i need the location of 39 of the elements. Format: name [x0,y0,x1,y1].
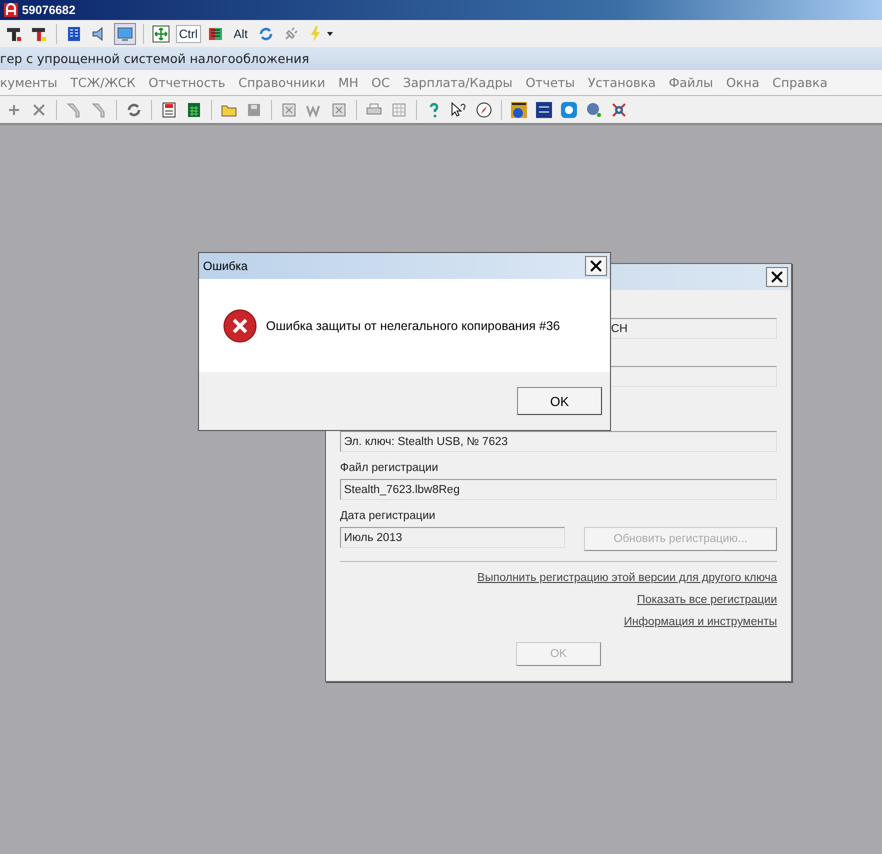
menu-item[interactable]: Установка [588,75,656,90]
caret-icon[interactable] [326,32,333,36]
ok-button[interactable]: OK [517,387,602,415]
text-field[interactable]: Stealth_7623.lbw8Reg [340,479,777,500]
error-message: Ошибка защиты от нелегального копирования #36 [266,318,560,332]
text-field[interactable]: CH [608,318,777,339]
date-field[interactable]: Июль 2013 [340,527,565,548]
link[interactable]: Выполнить регистрацию этой версии для другого ключа [477,572,777,584]
text-field[interactable]: Эл. ключ: Stealth USB, № 7623 [340,431,777,452]
menu-item[interactable]: Отчетность [148,75,226,90]
menu-item[interactable]: ТСЖ/ЖСК [70,75,136,90]
error-icon [223,308,257,342]
menu-item[interactable]: Отчеты [526,75,575,90]
key-toggle-button[interactable]: Alt [230,24,251,42]
menu-item[interactable]: Справка [772,75,828,90]
menu-item[interactable]: МН [338,75,358,90]
field-label: Файл регистрации [340,462,440,474]
close-button[interactable] [585,256,607,276]
dialog-title: Ошибка [203,259,248,273]
menu-item[interactable]: Справочники [238,75,326,90]
menu-item[interactable]: Файлы [668,75,714,90]
key-toggle-button[interactable]: Ctrl [176,24,201,42]
close-icon [771,271,783,283]
menu-item[interactable]: ОС [371,75,390,90]
close-icon [590,260,602,272]
menu-item[interactable]: Окна [726,75,760,90]
link[interactable]: Информация и инструменты [624,616,777,628]
compass-icon[interactable] [474,100,494,120]
app-title: гер с упрощенной системой налогообложения [0,51,310,66]
menu-item[interactable]: кументы [0,75,58,90]
menu-item[interactable]: Зарплата/Кадры [402,75,513,90]
window-title: 59076682 [22,3,76,17]
move-icon[interactable] [151,24,171,44]
app-logo-icon [4,3,18,17]
text-field[interactable] [608,366,777,387]
monitor-icon[interactable] [114,22,136,44]
field-label: Дата регистрации [340,510,436,522]
close-button[interactable] [766,267,788,287]
link[interactable]: Показать все регистрации [636,594,777,606]
